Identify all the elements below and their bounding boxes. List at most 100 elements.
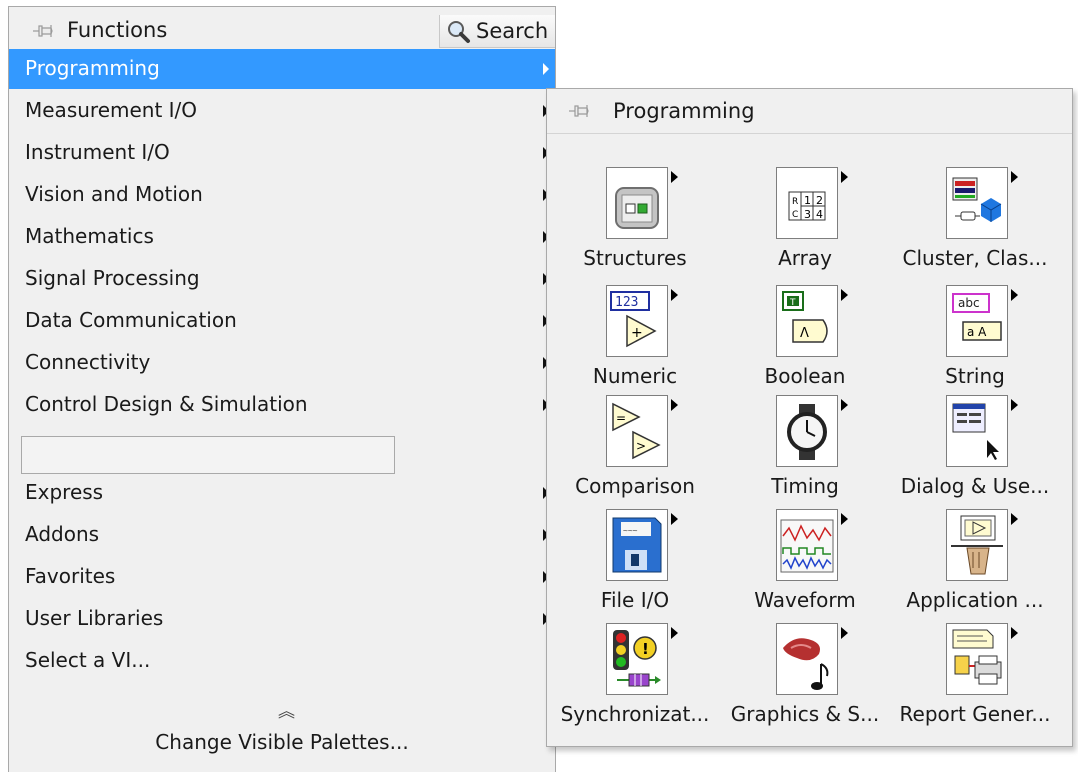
- functions-palette: Functions Search Programming Measurement…: [8, 6, 556, 772]
- change-visible-palettes-link[interactable]: Change Visible Palettes...: [9, 729, 555, 755]
- svg-text:=: =: [616, 411, 626, 425]
- svg-text:R: R: [792, 197, 798, 207]
- palette-item-array[interactable]: R C 1 2 3 4 Array: [725, 167, 885, 293]
- palette-item-string[interactable]: abc a A String: [895, 285, 1055, 411]
- svg-text:2: 2: [816, 194, 823, 207]
- pushpin-icon[interactable]: [31, 19, 55, 43]
- category-label: Signal Processing: [25, 266, 200, 290]
- submenu-arrow-icon: [1011, 289, 1018, 301]
- submenu-arrow-icon: [1011, 171, 1018, 183]
- palette-item-timing[interactable]: Timing: [725, 395, 885, 521]
- palette-item-synchronization[interactable]: ! Synchronizat...: [555, 623, 715, 749]
- report-generation-icon: [946, 623, 1008, 695]
- category-label: Instrument I/O: [25, 140, 170, 164]
- select-a-vi-item[interactable]: Select a VI...: [9, 641, 555, 681]
- submenu-arrow-icon: [841, 513, 848, 525]
- cluster-class-icon: [946, 167, 1008, 239]
- palette-item-label: Comparison: [575, 474, 695, 498]
- palette-item-label: Waveform: [754, 588, 856, 612]
- category-express[interactable]: Express: [9, 473, 555, 513]
- dialog-user-interface-icon: [946, 395, 1008, 467]
- palette-item-file-io[interactable]: ~~~ File I/O: [555, 509, 715, 635]
- submenu-arrow-icon: [671, 171, 678, 183]
- svg-text:123: 123: [615, 295, 638, 310]
- palette-item-label: Numeric: [592, 364, 678, 388]
- palette-item-label: String: [945, 364, 1005, 388]
- palette-item-label: Boolean: [764, 364, 846, 388]
- submenu-arrow-icon: [841, 171, 848, 183]
- category-connectivity[interactable]: Connectivity: [9, 343, 555, 383]
- numeric-icon: 123 +: [606, 285, 668, 357]
- collapse-chevrons-icon[interactable]: ︽: [278, 697, 295, 722]
- category-measurement-io[interactable]: Measurement I/O: [9, 91, 555, 131]
- category-control-design-simulation[interactable]: Control Design & Simulation: [9, 385, 555, 425]
- category-label: Vision and Motion: [25, 182, 203, 206]
- palette-item-graphics-sound[interactable]: Graphics & S...: [725, 623, 885, 749]
- category-label: Data Communication: [25, 308, 237, 332]
- palette-item-cluster-class[interactable]: Cluster, Clas...: [895, 167, 1055, 293]
- functions-palette-header: Functions Search: [9, 7, 555, 49]
- svg-text:1: 1: [804, 194, 811, 207]
- svg-text:4: 4: [816, 208, 823, 221]
- svg-text:C: C: [792, 210, 798, 220]
- category-signal-processing[interactable]: Signal Processing: [9, 259, 555, 299]
- search-button[interactable]: Search: [439, 15, 555, 48]
- palette-item-numeric[interactable]: 123 + Numeric: [555, 285, 715, 411]
- palette-item-label: Graphics & S...: [730, 702, 880, 726]
- svg-text:3: 3: [804, 208, 811, 221]
- submenu-arrow-icon: [841, 289, 848, 301]
- svg-text:T: T: [789, 298, 796, 308]
- category-label: Express: [25, 480, 104, 504]
- palette-item-label: Timing: [771, 474, 839, 498]
- subpalette-title: Programming: [613, 99, 755, 123]
- submenu-arrow-icon: [671, 627, 678, 639]
- palette-item-label: Report Gener...: [899, 702, 1051, 726]
- functions-palette-title: Functions: [67, 18, 168, 42]
- palette-item-label: Synchronizat...: [560, 702, 710, 726]
- application-control-icon: [946, 509, 1008, 581]
- category-programming[interactable]: Programming: [9, 49, 555, 89]
- submenu-arrow-icon: [841, 399, 848, 411]
- palette-item-label: File I/O: [600, 588, 670, 612]
- category-label: Mathematics: [25, 224, 154, 248]
- svg-text:a A: a A: [967, 325, 987, 339]
- palette-item-label: Structures: [583, 246, 687, 270]
- palette-item-boolean[interactable]: T Λ Boolean: [725, 285, 885, 411]
- category-label: User Libraries: [25, 606, 164, 630]
- string-icon: abc a A: [946, 285, 1008, 357]
- category-favorites[interactable]: Favorites: [9, 557, 555, 597]
- category-data-communication[interactable]: Data Communication: [9, 301, 555, 341]
- category-instrument-io[interactable]: Instrument I/O: [9, 133, 555, 173]
- palette-item-waveform[interactable]: Waveform: [725, 509, 885, 635]
- palette-item-application-control[interactable]: Application ...: [895, 509, 1055, 635]
- waveform-icon: [776, 509, 838, 581]
- programming-subpalette: Programming Structures R C 1 2 3 4 Array…: [546, 88, 1073, 747]
- palette-item-label: Cluster, Clas...: [902, 246, 1048, 270]
- category-user-libraries[interactable]: User Libraries: [9, 599, 555, 639]
- svg-text:>: >: [636, 439, 646, 453]
- palette-item-label: Application ...: [906, 588, 1044, 612]
- category-label: Addons: [25, 522, 100, 546]
- palette-item-label: Array: [778, 246, 832, 270]
- submenu-arrow-icon: [1011, 399, 1018, 411]
- submenu-arrow-icon: [1011, 627, 1018, 639]
- palette-item-report-generation[interactable]: Report Gener...: [895, 623, 1055, 749]
- svg-text:~~~: ~~~: [623, 526, 638, 535]
- category-addons[interactable]: Addons: [9, 515, 555, 555]
- submenu-arrow-icon: [1011, 513, 1018, 525]
- palette-item-label: Dialog & Use...: [900, 474, 1050, 498]
- palette-item-comparison[interactable]: = > Comparison: [555, 395, 715, 521]
- search-label: Search: [476, 19, 549, 43]
- category-label: Measurement I/O: [25, 98, 198, 122]
- category-mathematics[interactable]: Mathematics: [9, 217, 555, 257]
- palette-item-structures[interactable]: Structures: [555, 167, 715, 293]
- comparison-icon: = >: [606, 395, 668, 467]
- timing-icon: [776, 395, 838, 467]
- category-label: Favorites: [25, 564, 116, 588]
- svg-text:+: +: [631, 325, 643, 341]
- pushpin-icon[interactable]: [567, 99, 591, 123]
- submenu-arrow-icon: [841, 627, 848, 639]
- palette-item-dialog-user-interface[interactable]: Dialog & Use...: [895, 395, 1055, 521]
- category-vision-and-motion[interactable]: Vision and Motion: [9, 175, 555, 215]
- boolean-icon: T Λ: [776, 285, 838, 357]
